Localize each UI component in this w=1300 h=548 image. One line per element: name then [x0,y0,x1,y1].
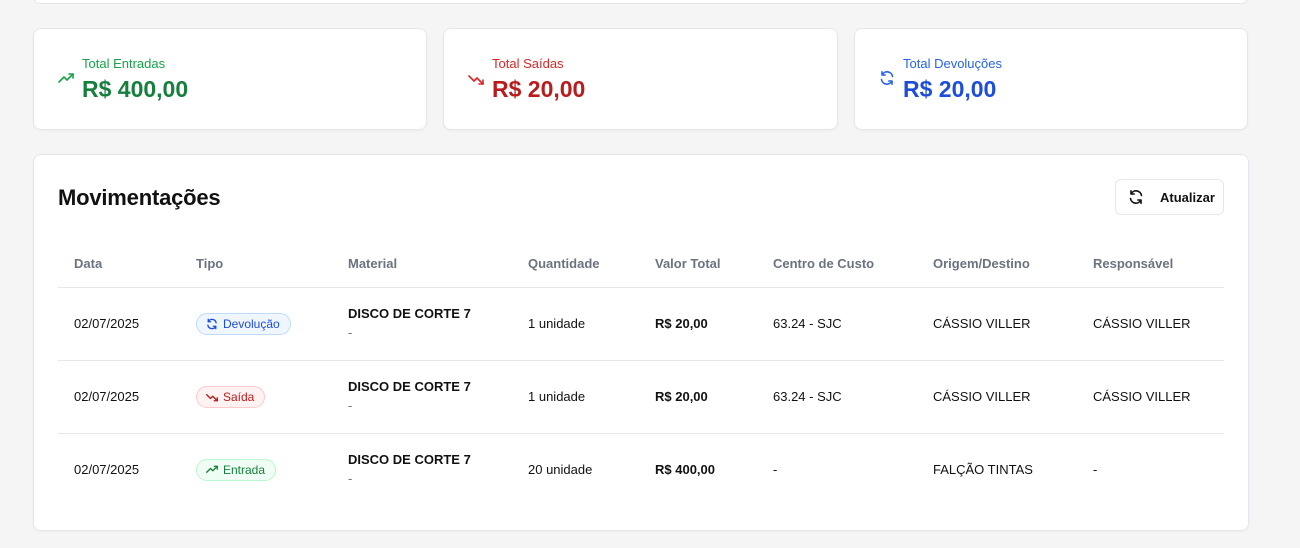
stat-label: Total Saídas [492,56,564,71]
page-title: Movimentações [58,185,221,210]
column-header-quantidade[interactable]: Quantidade [528,256,600,271]
column-header-valor-total[interactable]: Valor Total [655,256,721,271]
cell-valor-total: R$ 20,00 [655,316,708,331]
refresh-button[interactable]: Atualizar [1115,179,1224,215]
material-sub: - [348,398,353,413]
cell-material: DISCO DE CORTE 7 - [348,452,471,486]
cell-material: DISCO DE CORTE 7 - [348,379,471,413]
type-badge-label: Saída [223,390,255,404]
type-badge-label: Devolução [223,317,280,331]
stat-value: R$ 20,00 [492,76,586,102]
cell-data: 02/07/2025 [74,316,140,331]
cell-material: DISCO DE CORTE 7 - [348,306,471,340]
cell-origem-destino: CÁSSIO VILLER [933,316,1031,331]
top-card [33,0,1248,4]
material-name: DISCO DE CORTE 7 [348,379,471,394]
stat-card-saidas: Total Saídas R$ 20,00 [443,28,838,130]
cell-responsavel: CÁSSIO VILLER [1093,389,1191,404]
cell-origem-destino: CÁSSIO VILLER [933,389,1031,404]
cell-valor-total: R$ 20,00 [655,389,708,404]
cell-quantidade: 1 unidade [528,389,586,404]
cell-responsavel: - [1093,462,1098,477]
refresh-icon [207,318,217,330]
type-badge-label: Entrada [223,463,266,477]
material-sub: - [348,471,353,486]
cell-data: 02/07/2025 [74,462,140,477]
stat-card-devolucoes: Total Devoluções R$ 20,00 [854,28,1248,130]
cell-quantidade: 1 unidade [528,316,586,331]
refresh-icon [1128,189,1144,205]
stat-label: Total Entradas [82,56,166,71]
column-header-origem-destino[interactable]: Origem/Destino [933,256,1030,271]
cell-quantidade: 20 unidade [528,462,593,477]
material-name: DISCO DE CORTE 7 [348,306,471,321]
column-header-material[interactable]: Material [348,256,397,271]
type-badge-entrada: Entrada [196,459,277,481]
type-badge-devolucao: Devolução [196,313,291,335]
column-header-responsavel[interactable]: Responsável [1093,256,1173,271]
movements-table: Data Tipo Material Quantidade Valor Tota… [58,243,1224,507]
cell-valor-total: R$ 400,00 [655,462,715,477]
column-header-tipo[interactable]: Tipo [196,256,223,271]
table-row[interactable]: 02/07/2025 Saída DISCO DE CORTE 7 - 1 un… [58,361,1224,434]
refresh-icon [879,70,895,86]
material-name: DISCO DE CORTE 7 [348,452,471,467]
cell-responsavel: CÁSSIO VILLER [1093,316,1191,331]
refresh-button-label: Atualizar [1160,190,1215,205]
trending-down-icon [206,394,218,402]
movements-panel: Movimentações Atualizar Data Tipo Materi… [33,154,1249,531]
cell-data: 02/07/2025 [74,389,140,404]
cell-centro-de-custo: 63.24 - SJC [773,316,842,331]
trending-up-icon [58,71,74,87]
table-row[interactable]: 02/07/2025 Devolução DISCO DE CORTE 7 - … [58,288,1224,361]
material-sub: - [348,325,353,340]
type-badge-saida: Saída [196,386,266,408]
trending-down-icon [468,71,484,87]
table-row[interactable]: 02/07/2025 Entrada DISCO DE CORTE 7 - 20… [58,434,1224,507]
trending-up-icon [206,465,218,473]
column-header-centro-de-custo[interactable]: Centro de Custo [773,256,874,271]
column-header-data[interactable]: Data [74,256,102,271]
stat-value: R$ 20,00 [903,76,997,102]
stat-label: Total Devoluções [903,56,1002,71]
stat-value: R$ 400,00 [82,76,189,102]
cell-centro-de-custo: - [773,462,778,477]
stat-card-entradas: Total Entradas R$ 400,00 [33,28,427,130]
cell-centro-de-custo: 63.24 - SJC [773,389,842,404]
cell-origem-destino: FALÇÃO TINTAS [933,462,1033,477]
table-header: Data Tipo Material Quantidade Valor Tota… [58,243,1224,288]
